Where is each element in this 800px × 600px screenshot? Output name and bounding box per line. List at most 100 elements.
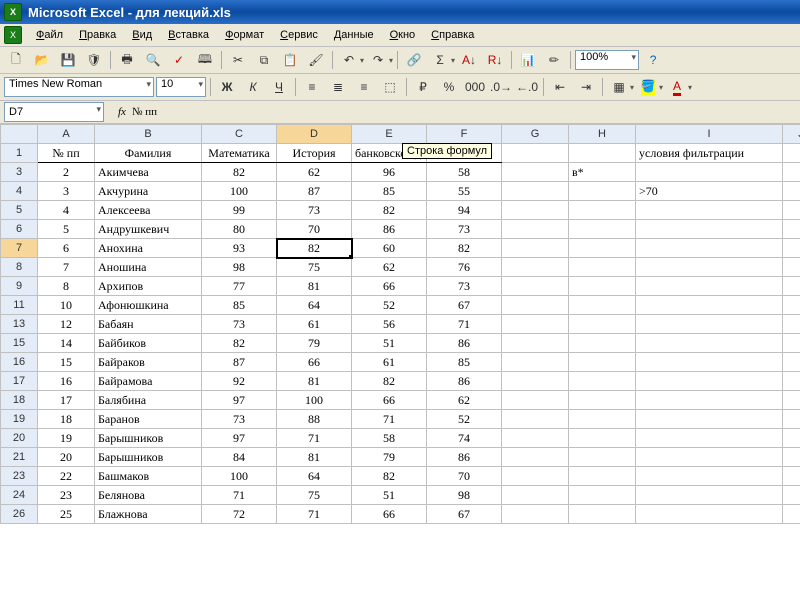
cell-A8[interactable]: 7 (38, 258, 95, 277)
cell-E7[interactable]: 60 (352, 239, 427, 258)
cell-E6[interactable]: 86 (352, 220, 427, 239)
cell-B9[interactable]: Архипов (95, 277, 202, 296)
cell-E3[interactable]: 96 (352, 163, 427, 182)
cell-C4[interactable]: 100 (202, 182, 277, 201)
cell-A19[interactable]: 18 (38, 410, 95, 429)
cell-J16[interactable] (783, 353, 800, 372)
merge-center-icon[interactable]: ⬚ (378, 75, 402, 99)
cell-I9[interactable] (636, 277, 783, 296)
cell-B17[interactable]: Байрамова (95, 372, 202, 391)
cell-H11[interactable] (569, 296, 636, 315)
autosum-icon[interactable]: Σ (428, 48, 452, 72)
align-center-icon[interactable]: ≣ (326, 75, 350, 99)
cell-E15[interactable]: 51 (352, 334, 427, 353)
save-icon[interactable]: 💾 (56, 48, 80, 72)
cell-A16[interactable]: 15 (38, 353, 95, 372)
font-combo[interactable]: Times New Roman (4, 77, 154, 97)
cell-F19[interactable]: 52 (427, 410, 502, 429)
cell-D17[interactable]: 81 (277, 372, 352, 391)
row-header-17[interactable]: 17 (1, 372, 38, 391)
cell-I20[interactable] (636, 429, 783, 448)
cell-E11[interactable]: 52 (352, 296, 427, 315)
italic-button[interactable]: К (241, 75, 265, 99)
cell-I24[interactable] (636, 486, 783, 505)
cell-G15[interactable] (502, 334, 569, 353)
cell-H21[interactable] (569, 448, 636, 467)
row-header-16[interactable]: 16 (1, 353, 38, 372)
spelling-icon[interactable]: ✓ (167, 48, 191, 72)
cell-F20[interactable]: 74 (427, 429, 502, 448)
cell-E5[interactable]: 82 (352, 201, 427, 220)
cell-C21[interactable]: 84 (202, 448, 277, 467)
cell-B23[interactable]: Башмаков (95, 467, 202, 486)
cell-C16[interactable]: 87 (202, 353, 277, 372)
cell-D24[interactable]: 75 (277, 486, 352, 505)
cell-J24[interactable] (783, 486, 800, 505)
cell-A24[interactable]: 23 (38, 486, 95, 505)
cell-G24[interactable] (502, 486, 569, 505)
cell-J26[interactable] (783, 505, 800, 524)
cell-B11[interactable]: Афонюшкина (95, 296, 202, 315)
menu-вставка[interactable]: Вставка (160, 27, 217, 43)
cell-I4[interactable]: >70 (636, 182, 783, 201)
cell-B15[interactable]: Байбиков (95, 334, 202, 353)
menu-окно[interactable]: Окно (382, 27, 424, 43)
increase-indent-icon[interactable]: ⇥ (574, 75, 598, 99)
cell-F13[interactable]: 71 (427, 315, 502, 334)
select-all-corner[interactable] (1, 125, 38, 144)
cell-C8[interactable]: 98 (202, 258, 277, 277)
fill-color-icon[interactable]: 🪣 (636, 75, 660, 99)
cell-C5[interactable]: 99 (202, 201, 277, 220)
cell-D21[interactable]: 81 (277, 448, 352, 467)
cell-A11[interactable]: 10 (38, 296, 95, 315)
cell-F5[interactable]: 94 (427, 201, 502, 220)
row-header-15[interactable]: 15 (1, 334, 38, 353)
decrease-indent-icon[interactable]: ⇤ (548, 75, 572, 99)
cell-F21[interactable]: 86 (427, 448, 502, 467)
cell-H1[interactable] (569, 144, 636, 163)
cell-D11[interactable]: 64 (277, 296, 352, 315)
cell-H3[interactable]: в* (569, 163, 636, 182)
cell-A3[interactable]: 2 (38, 163, 95, 182)
cell-J1[interactable] (783, 144, 800, 163)
font-size-combo[interactable]: 10 (156, 77, 206, 97)
row-header-19[interactable]: 19 (1, 410, 38, 429)
cell-J21[interactable] (783, 448, 800, 467)
cell-G23[interactable] (502, 467, 569, 486)
cell-G18[interactable] (502, 391, 569, 410)
cell-D5[interactable]: 73 (277, 201, 352, 220)
cell-D18[interactable]: 100 (277, 391, 352, 410)
cell-B13[interactable]: Бабаян (95, 315, 202, 334)
cell-A4[interactable]: 3 (38, 182, 95, 201)
cell-H23[interactable] (569, 467, 636, 486)
menu-формат[interactable]: Формат (217, 27, 272, 43)
cell-J11[interactable] (783, 296, 800, 315)
cell-G26[interactable] (502, 505, 569, 524)
cell-G4[interactable] (502, 182, 569, 201)
undo-icon[interactable]: ↶ (337, 48, 361, 72)
cell-B18[interactable]: Балябина (95, 391, 202, 410)
cell-G5[interactable] (502, 201, 569, 220)
cell-D20[interactable]: 71 (277, 429, 352, 448)
cell-F3[interactable]: 58 (427, 163, 502, 182)
row-header-3[interactable]: 3 (1, 163, 38, 182)
hyperlink-icon[interactable]: 🔗 (402, 48, 426, 72)
cell-I13[interactable] (636, 315, 783, 334)
redo-icon[interactable]: ↷ (366, 48, 390, 72)
cell-H26[interactable] (569, 505, 636, 524)
new-icon[interactable]: 🗋 (4, 48, 28, 72)
cell-B3[interactable]: Акимчева (95, 163, 202, 182)
cell-J5[interactable] (783, 201, 800, 220)
cell-I3[interactable] (636, 163, 783, 182)
cell-F6[interactable]: 73 (427, 220, 502, 239)
cell-A7[interactable]: 6 (38, 239, 95, 258)
cell-C23[interactable]: 100 (202, 467, 277, 486)
cell-H7[interactable] (569, 239, 636, 258)
cell-H5[interactable] (569, 201, 636, 220)
align-right-icon[interactable]: ≡ (352, 75, 376, 99)
permission-icon[interactable]: 🛡 (82, 48, 106, 72)
cell-G16[interactable] (502, 353, 569, 372)
chart-icon[interactable]: 📊 (516, 48, 540, 72)
copy-icon[interactable]: ⧉ (252, 48, 276, 72)
cell-B8[interactable]: Аношина (95, 258, 202, 277)
